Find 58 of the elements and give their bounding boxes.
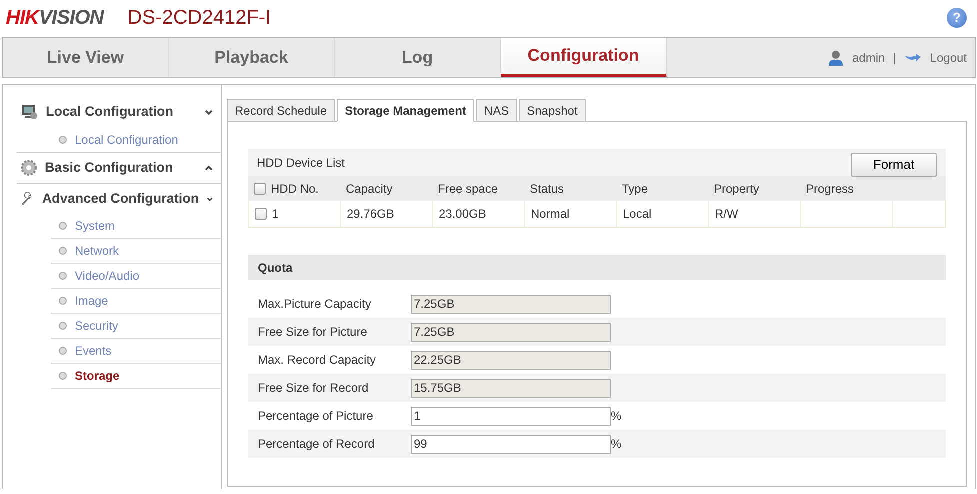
section-title: HDD Device List bbox=[257, 154, 346, 172]
column-header: Type bbox=[622, 180, 648, 198]
column-header: Capacity bbox=[346, 180, 393, 198]
table-cell-text: Local bbox=[623, 206, 652, 223]
separator-text: | bbox=[893, 50, 896, 66]
table-cell-text: 23.00GB bbox=[439, 206, 486, 223]
sidebar-item[interactable]: System bbox=[51, 214, 221, 239]
logout-link[interactable]: Logout bbox=[930, 48, 967, 66]
group-label: Local Configuration bbox=[46, 102, 174, 121]
sidebar-item[interactable]: Local Configuration bbox=[17, 127, 221, 152]
table-cell-text: R/W bbox=[715, 206, 738, 223]
input-field[interactable]: 99 bbox=[411, 434, 611, 454]
model-name: DS-2CD2412F-I bbox=[128, 6, 272, 31]
username[interactable]: admin bbox=[852, 48, 886, 66]
logo: HIKVISION bbox=[6, 6, 104, 31]
field-label: Max.Picture Capacity bbox=[258, 296, 372, 313]
checkbox[interactable] bbox=[255, 208, 267, 220]
column-header: Property bbox=[714, 180, 760, 198]
column-header: HDD No. bbox=[271, 180, 320, 198]
sidebar-item[interactable]: Events bbox=[51, 339, 221, 364]
checkbox[interactable] bbox=[254, 182, 266, 194]
sidebar-item[interactable]: Video/Audio bbox=[51, 264, 221, 289]
column-header: Free space bbox=[438, 180, 498, 198]
sidebar-group[interactable]: Basic Configuration bbox=[17, 153, 221, 183]
tab[interactable]: Storage Management bbox=[337, 99, 474, 122]
sidebar-item[interactable]: Network bbox=[51, 239, 221, 264]
group-label: Basic Configuration bbox=[45, 158, 174, 177]
monitor-icon bbox=[21, 104, 38, 120]
unit-label: % bbox=[611, 436, 622, 453]
field-label: Max. Record Capacity bbox=[258, 352, 378, 369]
column-header: Status bbox=[530, 180, 564, 198]
section-header: Quota bbox=[248, 255, 946, 280]
sidebar-item[interactable]: Security bbox=[51, 314, 221, 339]
field-label: Percentage of Picture bbox=[258, 408, 374, 425]
group-label: Advanced Configuration bbox=[42, 190, 200, 208]
unit-label: % bbox=[611, 408, 622, 425]
table-cell-text: Normal bbox=[531, 206, 570, 223]
sidebar-group[interactable]: Advanced Configuration bbox=[17, 184, 221, 214]
logout-icon[interactable] bbox=[904, 52, 922, 62]
nav-tab[interactable]: Live View bbox=[3, 38, 169, 77]
field-label: Free Size for Picture bbox=[258, 324, 368, 341]
sidebar-item[interactable]: Storage bbox=[51, 364, 221, 389]
nav-tab[interactable]: Playback bbox=[169, 38, 335, 77]
table-cell-text: 1 bbox=[272, 206, 279, 223]
table-cell-text: 29.76GB bbox=[347, 206, 394, 223]
field-label: Free Size for Record bbox=[258, 380, 370, 397]
nav-tab[interactable]: Configuration bbox=[501, 38, 667, 77]
format-button[interactable]: Format bbox=[851, 152, 937, 176]
field-label: Percentage of Record bbox=[258, 436, 376, 453]
sidebar-item[interactable]: Image bbox=[51, 289, 221, 314]
column-header: Progress bbox=[806, 180, 854, 198]
sidebar-group[interactable]: Local Configuration bbox=[17, 97, 221, 127]
tab[interactable]: NAS bbox=[476, 99, 518, 122]
user-icon bbox=[828, 50, 844, 66]
tab[interactable]: Record Schedule bbox=[227, 99, 336, 122]
tab[interactable]: Snapshot bbox=[519, 99, 586, 122]
input-field[interactable]: 1 bbox=[411, 406, 611, 426]
gear-icon bbox=[21, 160, 37, 176]
